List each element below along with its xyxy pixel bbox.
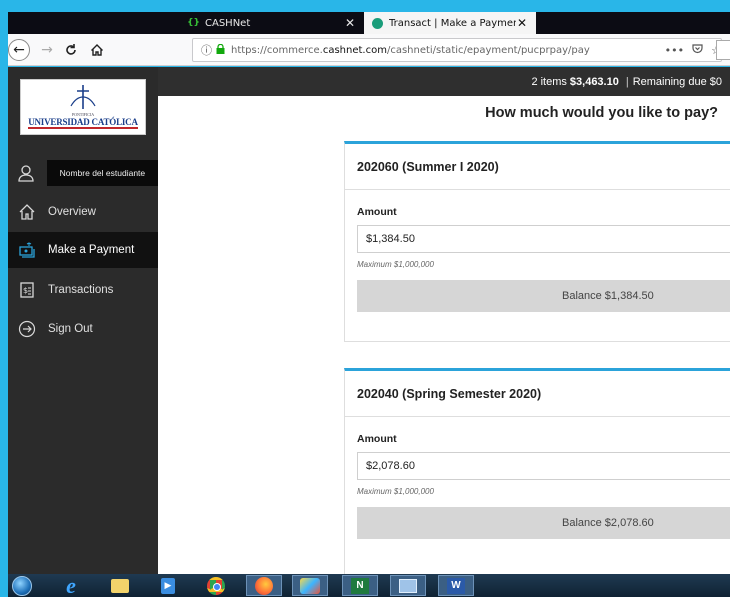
separator: | [625,75,629,88]
info-icon[interactable]: ⓘ [201,42,212,58]
tab-label: Transact | Make a Payment [389,17,516,29]
amount-input[interactable]: $1,384.50 [357,225,730,253]
maximum-note: Maximum $1,000,000 [357,260,434,269]
payment-icon [16,239,38,261]
page-actions-icon[interactable]: ••• [665,44,684,57]
tab-cashnet[interactable]: {} CASHNet ✕ [180,12,364,34]
sign-out-icon [16,318,38,340]
windows-orb-icon [12,575,32,596]
payment-app: PONTIFICIA UNIVERSIDAD CATÓLICA Nombre d… [8,67,730,574]
home-icon[interactable] [86,39,108,61]
remaining-due: Remaining due $0 [632,75,722,88]
reload-icon[interactable] [60,39,82,61]
sidebar-item-overview[interactable]: Overview [8,194,158,230]
transact-favicon-icon [372,17,383,29]
close-tab-icon[interactable]: ✕ [516,16,528,30]
network-icon[interactable] [390,575,426,596]
svg-text:$: $ [23,286,28,295]
main-content: How much would you like to pay? 202060 (… [158,96,730,574]
cross-logo-icon [70,85,96,109]
maximum-note: Maximum $1,000,000 [357,487,434,496]
amount-label: Amount [357,433,397,445]
cashnet-favicon-icon: {} [187,18,200,28]
address-bar[interactable]: ⓘ https://commerce.cashnet.com/cashneti/… [192,38,722,62]
paint-icon[interactable] [292,575,328,596]
sidebar-item-label: Overview [48,206,96,218]
sidebar-item-make-payment[interactable]: Make a Payment [8,232,158,268]
items-count: 2 items [531,75,567,88]
amount-input[interactable]: $2,078.60 [357,452,730,480]
receipt-icon: $ [16,279,38,301]
tab-transact[interactable]: Transact | Make a Payment ✕ [364,12,536,34]
page-title: How much would you like to pay? [485,105,718,121]
forward-arrow-icon[interactable]: → [36,39,58,61]
sidebar-item-transactions[interactable]: $ Transactions [8,272,158,308]
project-icon[interactable]: N [342,575,378,596]
chrome-icon[interactable] [204,575,228,596]
taskbar: e ▶ N W [8,573,730,597]
close-tab-icon[interactable]: ✕ [344,16,356,30]
home-icon [16,201,38,223]
start-button[interactable] [10,575,34,596]
word-icon[interactable]: W [438,575,474,596]
browser-tab-bar: {} CASHNet ✕ Transact | Make a Payment ✕ [8,12,730,34]
internet-explorer-icon[interactable]: e [58,573,84,597]
balance-button[interactable]: Balance $2,078.60 [357,507,730,539]
cart-total: $3,463.10 [569,75,619,88]
cart-summary-bar: 2 items $3,463.10 | Remaining due $0 [158,67,730,96]
sidebar: PONTIFICIA UNIVERSIDAD CATÓLICA Nombre d… [8,67,158,574]
back-arrow-icon[interactable]: ← [8,39,30,61]
sidebar-user[interactable]: Nombre del estudiante [8,155,158,191]
user-icon [16,162,37,184]
extension-icon[interactable] [716,40,730,60]
pocket-icon[interactable] [692,43,703,57]
lock-icon[interactable] [216,43,225,57]
url-text: https://commerce.cashnet.com/cashneti/st… [231,44,590,56]
firefox-icon[interactable] [246,575,282,596]
amount-label: Amount [357,206,397,218]
university-logo: PONTIFICIA UNIVERSIDAD CATÓLICA [20,79,146,135]
card-title: 202040 (Spring Semester 2020) [345,371,730,417]
card-title: 202060 (Summer I 2020) [345,144,730,190]
browser-nav-bar: ← → ⓘ https://commerce.cashnet.com/cashn… [8,34,730,66]
sidebar-item-label: Sign Out [48,323,93,335]
balance-button[interactable]: Balance $1,384.50 [357,280,730,312]
sidebar-item-label: Make a Payment [48,244,135,256]
logo-name: UNIVERSIDAD CATÓLICA [28,117,138,129]
payment-card: 202040 (Spring Semester 2020) Amount $2,… [344,368,730,574]
tab-label: CASHNet [205,17,251,29]
file-explorer-icon[interactable] [108,575,132,596]
payment-card: 202060 (Summer I 2020) Amount $1,384.50 … [344,141,730,342]
sidebar-item-label: Transactions [48,284,114,296]
student-name: Nombre del estudiante [46,160,158,186]
media-player-icon[interactable]: ▶ [158,575,178,596]
sidebar-item-sign-out[interactable]: Sign Out [8,311,158,347]
